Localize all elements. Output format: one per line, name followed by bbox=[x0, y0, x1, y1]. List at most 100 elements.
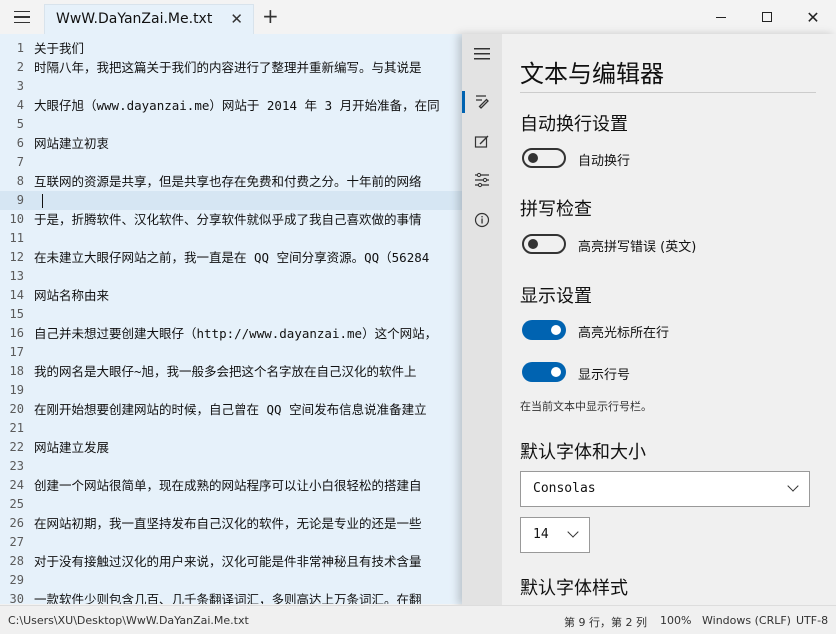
line-text[interactable]: 网站名称由来 bbox=[34, 286, 109, 305]
editor-line[interactable]: 21 bbox=[0, 419, 470, 438]
line-text[interactable]: 于是，折腾软件、汉化软件、分享软件就似乎成了我自己喜欢做的事情 bbox=[34, 210, 422, 229]
line-number: 20 bbox=[9, 402, 24, 416]
line-number: 10 bbox=[9, 212, 24, 226]
line-number: 18 bbox=[9, 364, 24, 378]
editor-line[interactable]: 30 一款软件少则包含几百、几千条翻译词汇，多则高达上万条词汇。在翻 bbox=[0, 590, 470, 604]
line-number: 24 bbox=[9, 478, 24, 492]
line-text[interactable]: 我的网名是大眼仔~旭，我一般多会把这个名字放在自己汉化的软件上 bbox=[34, 362, 417, 381]
editor-line[interactable]: 26 在网站初期，我一直坚持发布自己汉化的软件，无论是专业的还是一些 bbox=[0, 514, 470, 533]
advanced-settings-icon[interactable] bbox=[462, 162, 502, 198]
spellcheck-label: 高亮拼写错误 (英文) bbox=[578, 240, 697, 255]
editor-line[interactable]: 16 自己并未想过要创建大眼仔（http://www.dayanzai.me）这个… bbox=[0, 324, 470, 343]
editor-line[interactable]: 28 对于没有接触过汉化的用户来说，汉化可能是件非常神秘且有技术含量 bbox=[0, 552, 470, 571]
about-info-icon[interactable] bbox=[462, 202, 502, 238]
editor-line[interactable]: 7 bbox=[0, 153, 470, 172]
cursor-position[interactable]: 第 9 行，第 2 列 bbox=[564, 614, 647, 630]
line-number: 5 bbox=[16, 117, 24, 131]
editor-line[interactable]: 13 bbox=[0, 267, 470, 286]
editor-line[interactable]: 15 bbox=[0, 305, 470, 324]
encoding[interactable]: UTF-8 bbox=[796, 614, 828, 627]
status-bar: C:\Users\XU\Desktop\WwW.DaYanZai.Me.txt … bbox=[0, 605, 836, 634]
font-style-heading: 默认字体样式 bbox=[520, 578, 628, 599]
menu-hamburger-icon[interactable] bbox=[4, 0, 40, 34]
editor-line[interactable]: 6 网站建立初衷 bbox=[0, 134, 470, 153]
editor-line[interactable]: 14 网站名称由来 bbox=[0, 286, 470, 305]
editor-line[interactable]: 3 bbox=[0, 77, 470, 96]
line-number: 3 bbox=[16, 79, 24, 93]
line-number: 23 bbox=[9, 459, 24, 473]
font-size-select[interactable]: 14 bbox=[520, 517, 590, 553]
line-text[interactable]: 创建一个网站很简单，现在成熟的网站程序可以让小白很轻松的搭建自 bbox=[34, 476, 422, 495]
editor-line[interactable]: 19 bbox=[0, 381, 470, 400]
settings-title: 文本与编辑器 bbox=[520, 60, 664, 88]
line-number: 15 bbox=[9, 307, 24, 321]
editor-line[interactable]: 8 互联网的资源是共享，但是共享也存在免费和付费之分。十年前的网络 bbox=[0, 172, 470, 191]
editor-line[interactable]: 17 bbox=[0, 343, 470, 362]
line-number: 26 bbox=[9, 516, 24, 530]
spell-heading: 拼写检查 bbox=[520, 199, 592, 220]
editor-line[interactable]: 25 bbox=[0, 495, 470, 514]
line-text[interactable]: 自己并未想过要创建大眼仔（http://www.dayanzai.me）这个网站… bbox=[34, 324, 437, 343]
line-text[interactable]: 关于我们 bbox=[34, 39, 84, 58]
font-size-value: 14 bbox=[533, 527, 549, 542]
close-window-button[interactable]: ✕ bbox=[790, 0, 836, 34]
zoom-level[interactable]: 100% bbox=[660, 614, 691, 627]
file-path: C:\Users\XU\Desktop\WwW.DaYanZai.Me.txt bbox=[8, 614, 249, 627]
highlight-line-toggle[interactable] bbox=[522, 320, 566, 340]
line-number: 30 bbox=[9, 592, 24, 604]
line-text[interactable]: 网站建立发展 bbox=[34, 438, 109, 457]
editor-line[interactable]: 10 于是，折腾软件、汉化软件、分享软件就似乎成了我自己喜欢做的事情 bbox=[0, 210, 470, 229]
editor-line[interactable]: 29 bbox=[0, 571, 470, 590]
editor-line[interactable]: 2 时隔八年，我把这篇关于我们的内容进行了整理并重新编写。与其说是 bbox=[0, 58, 470, 77]
settings-menu-icon[interactable] bbox=[462, 36, 502, 72]
editor-line[interactable]: 24 创建一个网站很简单，现在成熟的网站程序可以让小白很轻松的搭建自 bbox=[0, 476, 470, 495]
editor-line[interactable]: 1 关于我们 bbox=[0, 39, 470, 58]
line-number: 14 bbox=[9, 288, 24, 302]
line-number: 13 bbox=[9, 269, 24, 283]
maximize-icon bbox=[762, 12, 772, 22]
line-ending[interactable]: Windows (CRLF) bbox=[702, 614, 791, 627]
text-editor-settings-icon[interactable] bbox=[462, 84, 502, 120]
editor-line[interactable]: 27 bbox=[0, 533, 470, 552]
line-number: 29 bbox=[9, 573, 24, 587]
line-numbers-toggle[interactable] bbox=[522, 362, 566, 382]
line-text[interactable]: 大眼仔旭（www.dayanzai.me）网站于 2014 年 3 月开始准备，… bbox=[34, 96, 440, 115]
minimize-icon bbox=[716, 16, 726, 18]
tab-close-icon[interactable]: ✕ bbox=[230, 10, 243, 28]
settings-nav-rail bbox=[462, 34, 502, 605]
editor-line[interactable]: 4 大眼仔旭（www.dayanzai.me）网站于 2014 年 3 月开始准备… bbox=[0, 96, 470, 115]
line-text[interactable]: 对于没有接触过汉化的用户来说，汉化可能是件非常神秘且有技术含量 bbox=[34, 552, 422, 571]
line-text[interactable]: 网站建立初衷 bbox=[34, 134, 109, 153]
editor-line[interactable]: 22 网站建立发展 bbox=[0, 438, 470, 457]
spellcheck-toggle[interactable] bbox=[522, 234, 566, 254]
line-text[interactable]: 一款软件少则包含几百、几千条翻译词汇，多则高达上万条词汇。在翻 bbox=[34, 590, 422, 604]
line-text[interactable]: 在未建立大眼仔网站之前，我一直是在 QQ 空间分享资源。QQ（56284 bbox=[34, 248, 429, 267]
word-wrap-label: 自动换行 bbox=[578, 154, 631, 169]
line-text[interactable]: 时隔八年，我把这篇关于我们的内容进行了整理并重新编写。与其说是 bbox=[34, 58, 422, 77]
editor-line[interactable]: 12 在未建立大眼仔网站之前，我一直是在 QQ 空间分享资源。QQ（56284 bbox=[0, 248, 470, 267]
maximize-button[interactable] bbox=[744, 0, 790, 34]
word-wrap-toggle[interactable] bbox=[522, 148, 566, 168]
editor-line[interactable]: 20 在刚开始想要创建网站的时候，自己曾在 QQ 空间发布信息说准备建立 bbox=[0, 400, 470, 419]
personalization-icon[interactable] bbox=[462, 124, 502, 160]
minimize-button[interactable] bbox=[698, 0, 744, 34]
text-editor[interactable]: 1 关于我们 2 时隔八年，我把这篇关于我们的内容进行了整理并重新编写。与其说是 3 4 大… bbox=[0, 34, 470, 604]
highlight-line-label: 高亮光标所在行 bbox=[578, 326, 670, 341]
line-text[interactable]: 互联网的资源是共享，但是共享也存在免费和付费之分。十年前的网络 bbox=[34, 172, 422, 191]
line-text[interactable]: 在网站初期，我一直坚持发布自己汉化的软件，无论是专业的还是一些 bbox=[34, 514, 422, 533]
chevron-down-icon bbox=[787, 480, 799, 492]
editor-line[interactable]: 11 bbox=[0, 229, 470, 248]
line-number: 28 bbox=[9, 554, 24, 568]
line-text[interactable]: 在刚开始想要创建网站的时候，自己曾在 QQ 空间发布信息说准备建立 bbox=[34, 400, 427, 419]
line-numbers-label: 显示行号 bbox=[578, 368, 631, 383]
text-caret bbox=[42, 194, 43, 208]
line-number: 21 bbox=[9, 421, 24, 435]
editor-line[interactable]: 5 bbox=[0, 115, 470, 134]
editor-line[interactable]: 18 我的网名是大眼仔~旭，我一般多会把这个名字放在自己汉化的软件上 bbox=[0, 362, 470, 381]
tab-document[interactable]: WwW.DaYanZai.Me.txt ✕ bbox=[44, 4, 254, 34]
new-tab-icon[interactable]: + bbox=[262, 4, 279, 28]
font-family-select[interactable]: Consolas bbox=[520, 471, 810, 507]
editor-line[interactable]: 9 bbox=[0, 191, 470, 210]
line-number: 7 bbox=[16, 155, 24, 169]
editor-line[interactable]: 23 bbox=[0, 457, 470, 476]
